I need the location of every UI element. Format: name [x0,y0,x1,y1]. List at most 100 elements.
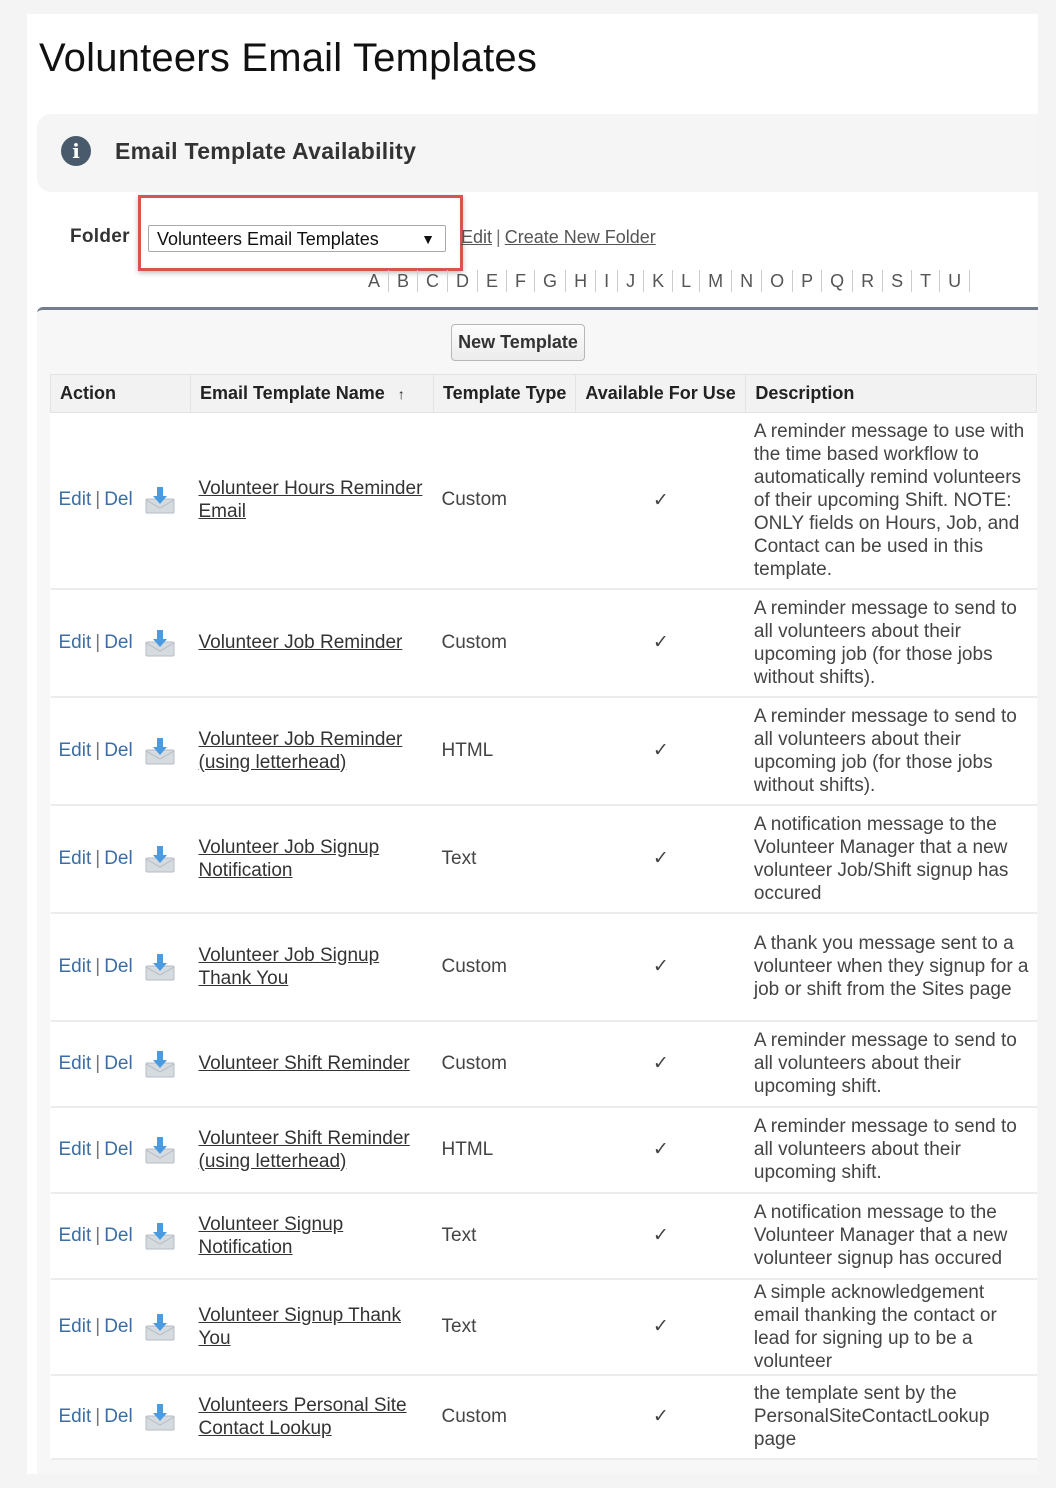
delete-link[interactable]: Del [104,956,133,977]
delete-link[interactable]: Del [104,1225,133,1246]
column-header-description[interactable]: Description [745,374,1037,413]
delete-link[interactable]: Del [104,1406,133,1427]
available-cell: ✓ [575,912,746,1022]
alphabet-filter-k[interactable]: K [644,270,674,292]
alphabet-filter-t[interactable]: T [912,270,941,292]
alphabet-filter-g[interactable]: G [535,270,567,292]
action-separator: | [95,1315,101,1337]
checkmark-icon: ✓ [652,489,669,511]
action-separator: | [95,739,101,761]
checkmark-icon: ✓ [652,632,669,653]
edit-link[interactable]: Edit [59,1225,92,1246]
edit-link[interactable]: Edit [59,848,92,869]
template-name-cell: Volunteer Signup Notification [190,1192,434,1280]
available-cell: ✓ [575,1374,746,1460]
alphabet-filter-a[interactable]: A [360,270,390,292]
delete-link[interactable]: Del [104,1053,133,1074]
checkmark-icon: ✓ [652,740,669,761]
delete-link[interactable]: Del [104,1316,133,1337]
folder-label: Folder [70,226,130,247]
template-name-link[interactable]: Volunteer Job Signup Notification [199,837,380,881]
template-name-cell: Volunteer Job Signup Notification [190,804,434,914]
edit-link[interactable]: Edit [59,1316,92,1337]
table-row: Edit | Del Volunteer Job Reminder Custom ✓ A r… [50,588,1037,698]
table-row: Edit | Del Volunteer Job Signup Thank You Cu… [50,912,1037,1022]
alphabet-filter-c[interactable]: C [418,270,449,292]
alphabet-filter-p[interactable]: P [793,270,823,292]
template-description: A reminder message to send to all volunt… [745,1106,1037,1194]
edit-link[interactable]: Edit [59,1053,92,1074]
checkmark-icon: ✓ [652,1406,669,1427]
edit-link[interactable]: Edit [59,1139,92,1160]
alphabet-filter-j[interactable]: J [618,270,645,292]
delete-link[interactable]: Del [104,632,133,653]
template-name-cell: Volunteer Job Signup Thank You [190,912,434,1022]
alphabet-filter-n[interactable]: N [732,270,763,292]
template-type: Custom [433,912,576,1022]
alphabet-filter-i[interactable]: I [596,270,619,292]
action-separator: | [95,847,101,869]
download-icon[interactable] [145,629,175,657]
template-name-link[interactable]: Volunteer Shift Reminder [199,1053,410,1074]
alphabet-filter-q[interactable]: Q [822,270,854,292]
edit-folder-link[interactable]: Edit [461,227,492,247]
delete-link[interactable]: Del [104,489,133,510]
template-name-link[interactable]: Volunteer Signup Thank You [199,1305,401,1349]
edit-link[interactable]: Edit [59,740,92,761]
alphabet-filter-h[interactable]: H [566,270,597,292]
action-separator: | [95,631,101,653]
folder-select[interactable]: Volunteers Email Templates ▼ [148,225,446,252]
edit-link[interactable]: Edit [59,632,92,653]
new-template-button[interactable]: New Template [451,324,585,361]
column-header-available[interactable]: Available For Use [575,374,747,413]
template-name-link[interactable]: Volunteer Shift Reminder (using letterhe… [199,1128,410,1172]
template-type: Custom [433,412,576,590]
delete-link[interactable]: Del [104,848,133,869]
edit-link[interactable]: Edit [59,956,92,977]
download-icon[interactable] [145,845,175,873]
download-icon[interactable] [145,953,175,981]
template-name-link[interactable]: Volunteer Job Reminder (using letterhead… [199,729,403,773]
edit-link[interactable]: Edit [59,489,92,510]
alphabet-filter-l[interactable]: L [673,270,701,292]
column-header-name[interactable]: Email Template Name ↑ [190,374,434,413]
template-name-cell: Volunteer Hours Reminder Email [190,412,434,590]
template-name-cell: Volunteer Job Reminder (using letterhead… [190,696,434,806]
alphabet-filter-m[interactable]: M [700,270,733,292]
action-cell: Edit | Del [50,696,191,806]
page-container: Volunteers Email Templates i Email Templ… [27,14,1038,1474]
checkmark-icon: ✓ [652,1316,669,1337]
template-name-link[interactable]: Volunteers Personal Site Contact Lookup [199,1395,407,1439]
template-list-panel: New Template Action Email Template Name … [37,307,1038,1474]
template-name-link[interactable]: Volunteer Hours Reminder Email [199,478,423,522]
alphabet-filter-u[interactable]: U [940,270,971,292]
create-new-folder-link[interactable]: Create New Folder [505,227,656,247]
download-icon[interactable] [145,1313,175,1341]
column-header-type[interactable]: Template Type [432,374,577,413]
alphabet-filter-d[interactable]: D [448,270,479,292]
edit-link[interactable]: Edit [59,1406,92,1427]
alphabet-filter-b[interactable]: B [389,270,419,292]
checkmark-icon: ✓ [652,1139,669,1160]
folder-select-value: Volunteers Email Templates [157,229,379,249]
table-row: Edit | Del Volunteer Hours Reminder Email Cu… [50,412,1037,590]
template-name-link[interactable]: Volunteer Signup Notification [199,1214,344,1258]
template-name-link[interactable]: Volunteer Job Signup Thank You [199,945,380,989]
download-icon[interactable] [145,486,175,514]
delete-link[interactable]: Del [104,1139,133,1160]
alphabet-filter-s[interactable]: S [883,270,913,292]
available-cell: ✓ [575,1020,746,1108]
download-icon[interactable] [145,1136,175,1164]
alphabet-filter-e[interactable]: E [478,270,508,292]
action-cell: Edit | Del [50,588,191,698]
alphabet-filter-f[interactable]: F [507,270,536,292]
download-icon[interactable] [145,737,175,765]
alphabet-filter-r[interactable]: R [853,270,884,292]
download-icon[interactable] [145,1050,175,1078]
download-icon[interactable] [145,1403,175,1431]
alphabet-filter-o[interactable]: O [762,270,794,292]
info-banner-text: Email Template Availability [115,138,417,164]
download-icon[interactable] [145,1222,175,1250]
template-name-link[interactable]: Volunteer Job Reminder [199,632,403,653]
delete-link[interactable]: Del [104,740,133,761]
